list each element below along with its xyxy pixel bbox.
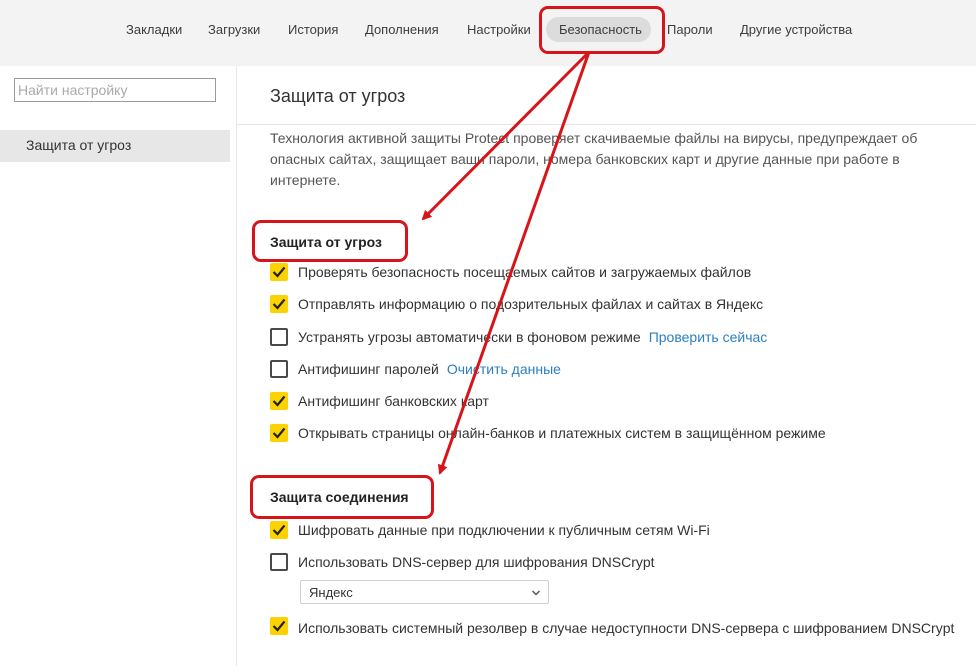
tab-settings[interactable]: Настройки <box>467 22 531 37</box>
tab-downloads[interactable]: Загрузки <box>208 22 260 37</box>
dns-server-selected-value: Яндекс <box>309 585 353 600</box>
checkbox-checked[interactable] <box>270 617 288 635</box>
checkbox-checked[interactable] <box>270 295 288 313</box>
chevron-down-icon <box>531 586 541 601</box>
option-label: Открывать страницы онлайн-банков и плате… <box>298 425 826 441</box>
tab-history[interactable]: История <box>288 22 338 37</box>
main-content: Защита от угроз Технология активной защи… <box>237 66 976 666</box>
checkbox-checked[interactable] <box>270 392 288 410</box>
search-settings-input[interactable] <box>14 78 216 102</box>
page-description: Технология активной защиты Protect прове… <box>270 130 918 188</box>
check-now-link[interactable]: Проверить сейчас <box>649 329 768 345</box>
highlight-threat-protection-section <box>252 220 408 262</box>
checkbox-checked[interactable] <box>270 521 288 539</box>
highlight-connection-protection-section <box>250 475 434 519</box>
tab-extensions[interactable]: Дополнения <box>365 22 439 37</box>
sidebar: Защита от угроз <box>0 66 237 666</box>
divider <box>237 124 976 125</box>
highlight-security-tab <box>539 6 665 54</box>
option-label: Антифишинг банковских карт <box>298 393 489 409</box>
checkbox-checked[interactable] <box>270 424 288 442</box>
top-nav: Закладки Загрузки История Дополнения Нас… <box>0 0 976 66</box>
option-label: Использовать системный резолвер в случае… <box>298 620 955 636</box>
sidebar-item-threat-protection[interactable]: Защита от угроз <box>0 130 230 162</box>
tab-passwords[interactable]: Пароли <box>667 22 713 37</box>
option-label: Использовать DNS-сервер для шифрования D… <box>298 554 655 570</box>
checkbox-unchecked[interactable] <box>270 328 288 346</box>
checkbox-unchecked[interactable] <box>270 360 288 378</box>
checkbox-unchecked[interactable] <box>270 553 288 571</box>
option-label: Отправлять информацию о подозрительных ф… <box>298 296 764 312</box>
checkbox-checked[interactable] <box>270 263 288 281</box>
option-label: Шифровать данные при подключении к публи… <box>298 522 710 538</box>
tab-other-devices[interactable]: Другие устройства <box>740 22 852 37</box>
option-label: Устранять угрозы автоматически в фоновом… <box>298 329 641 345</box>
option-label: Проверять безопасность посещаемых сайтов… <box>298 264 752 280</box>
dns-server-select[interactable]: Яндекс <box>300 580 549 604</box>
tab-bookmarks[interactable]: Закладки <box>126 22 182 37</box>
page-title: Защита от угроз <box>270 86 406 106</box>
option-label: Антифишинг паролей <box>298 361 439 377</box>
clear-data-link[interactable]: Очистить данные <box>447 361 561 377</box>
